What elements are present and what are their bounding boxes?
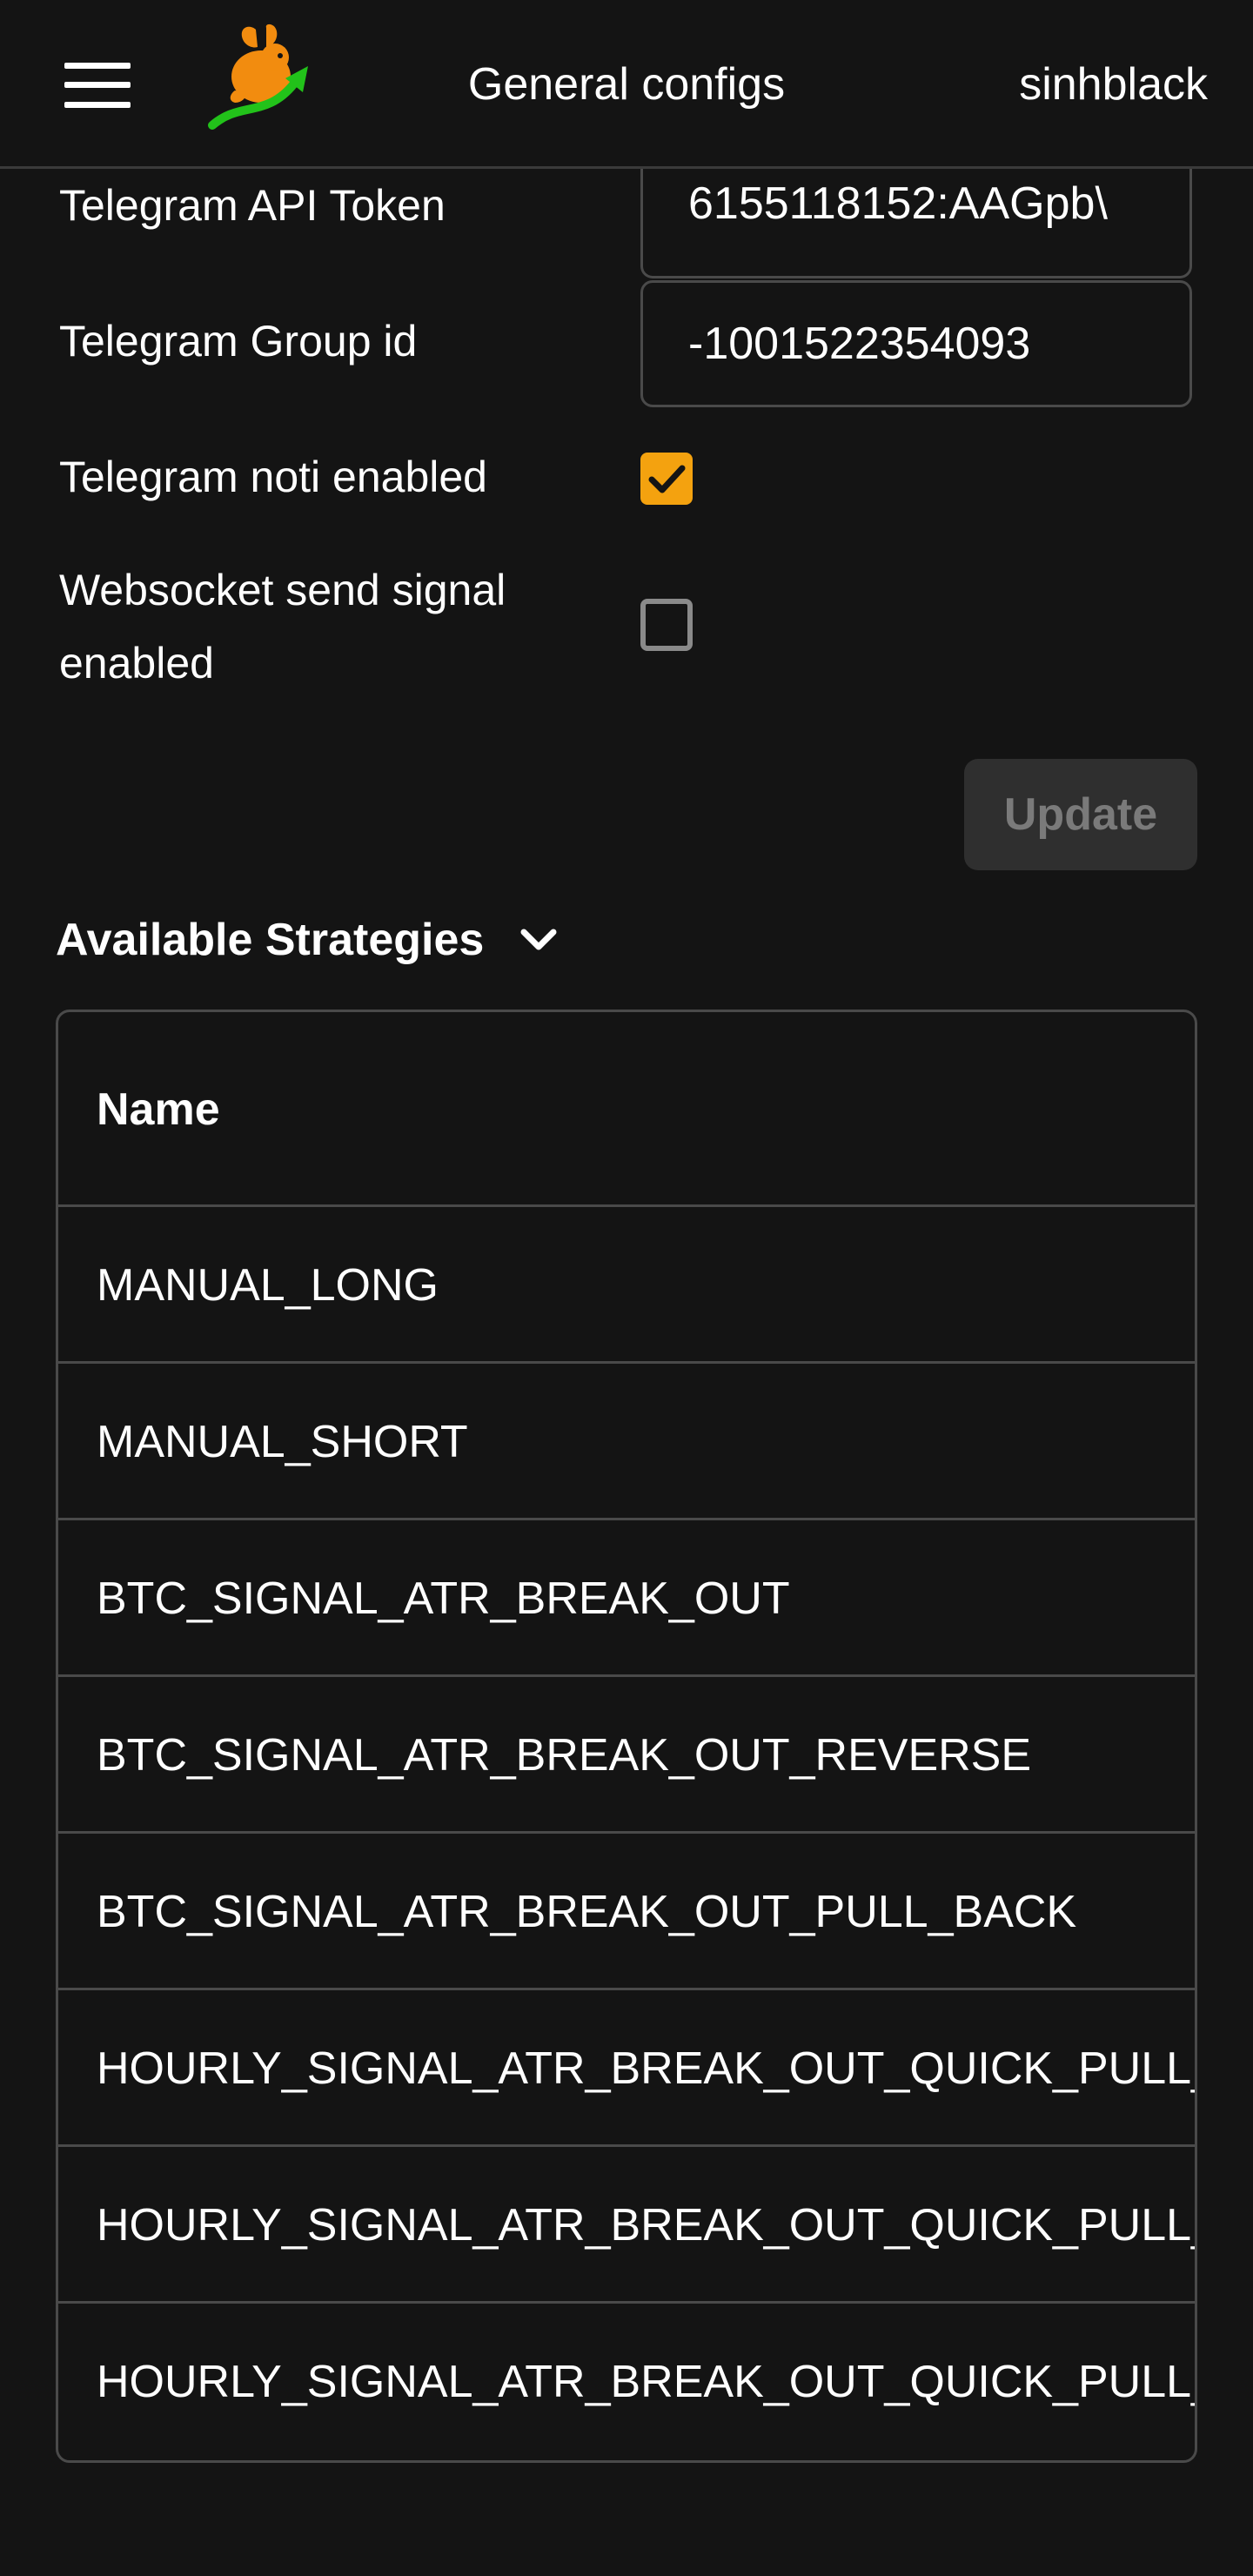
telegram-noti-enabled-label: Telegram noti enabled <box>59 453 487 501</box>
strategy-name: MANUAL_LONG <box>97 1260 439 1311</box>
telegram-api-token-label: Telegram API Token <box>59 181 446 230</box>
strategy-name: BTC_SIGNAL_ATR_BREAK_OUT <box>97 1573 790 1624</box>
websocket-signal-row: Websocket send signal enabled <box>59 553 1194 701</box>
websocket-signal-label-line1: Websocket send signal <box>59 566 506 614</box>
table-row[interactable]: HOURLY_SIGNAL_ATR_BREAK_OUT_QUICK_PULL_ <box>58 1990 1195 2147</box>
column-header-name: Name <box>97 1084 220 1135</box>
available-strategies-toggle[interactable]: Available Strategies <box>56 905 560 975</box>
app-bar: General configs sinhblack <box>0 0 1253 169</box>
table-row[interactable]: BTC_SIGNAL_ATR_BREAK_OUT <box>58 1520 1195 1677</box>
strategy-name: HOURLY_SIGNAL_ATR_BREAK_OUT_QUICK_PULL_ <box>97 2043 1197 2094</box>
page-title: General configs <box>467 59 786 110</box>
strategy-name: BTC_SIGNAL_ATR_BREAK_OUT_REVERSE <box>97 1730 1032 1781</box>
telegram-group-id-label: Telegram Group id <box>59 317 418 366</box>
username-label[interactable]: sinhblack <box>1019 54 1208 115</box>
telegram-group-id-row: Telegram Group id -1001522354093 <box>59 280 1194 407</box>
chevron-down-icon <box>520 929 557 950</box>
telegram-group-id-value: -1001522354093 <box>688 319 1031 369</box>
telegram-api-token-input[interactable]: 6155118152:AAGpb\ <box>640 151 1192 278</box>
telegram-noti-enabled-checkbox[interactable] <box>640 453 693 505</box>
table-row[interactable]: MANUAL_LONG <box>58 1207 1195 1364</box>
table-row[interactable]: HOURLY_SIGNAL_ATR_BREAK_OUT_QUICK_PULL_ <box>58 2147 1195 2304</box>
hamburger-menu-icon[interactable] <box>64 63 131 108</box>
strategy-name: MANUAL_SHORT <box>97 1417 468 1467</box>
checkmark-icon <box>648 465 686 493</box>
table-row[interactable]: HOURLY_SIGNAL_ATR_BREAK_OUT_QUICK_PULL_ <box>58 2304 1195 2460</box>
table-row[interactable]: MANUAL_SHORT <box>58 1364 1195 1520</box>
rabbit-logo-icon <box>208 23 308 130</box>
table-row[interactable]: BTC_SIGNAL_ATR_BREAK_OUT_REVERSE <box>58 1677 1195 1834</box>
telegram-noti-row: Telegram noti enabled <box>59 440 1194 519</box>
section-title: Available Strategies <box>56 915 485 965</box>
telegram-group-id-input[interactable]: -1001522354093 <box>640 280 1192 407</box>
strategy-name: HOURLY_SIGNAL_ATR_BREAK_OUT_QUICK_PULL_ <box>97 2357 1197 2407</box>
telegram-api-token-row: Telegram API Token 6155118152:AAGpb\ <box>59 151 1194 278</box>
websocket-signal-label-line2: enabled <box>59 639 214 688</box>
strategies-table: Name MANUAL_LONG MANUAL_SHORT BTC_SIGNAL… <box>56 1010 1197 2463</box>
strategy-name: BTC_SIGNAL_ATR_BREAK_OUT_PULL_BACK <box>97 1887 1077 1937</box>
update-button[interactable]: Update <box>964 759 1197 870</box>
strategy-name: HOURLY_SIGNAL_ATR_BREAK_OUT_QUICK_PULL_ <box>97 2200 1197 2251</box>
websocket-send-signal-checkbox[interactable] <box>640 599 693 651</box>
table-row[interactable]: BTC_SIGNAL_ATR_BREAK_OUT_PULL_BACK <box>58 1834 1195 1990</box>
table-header: Name <box>58 1012 1195 1207</box>
